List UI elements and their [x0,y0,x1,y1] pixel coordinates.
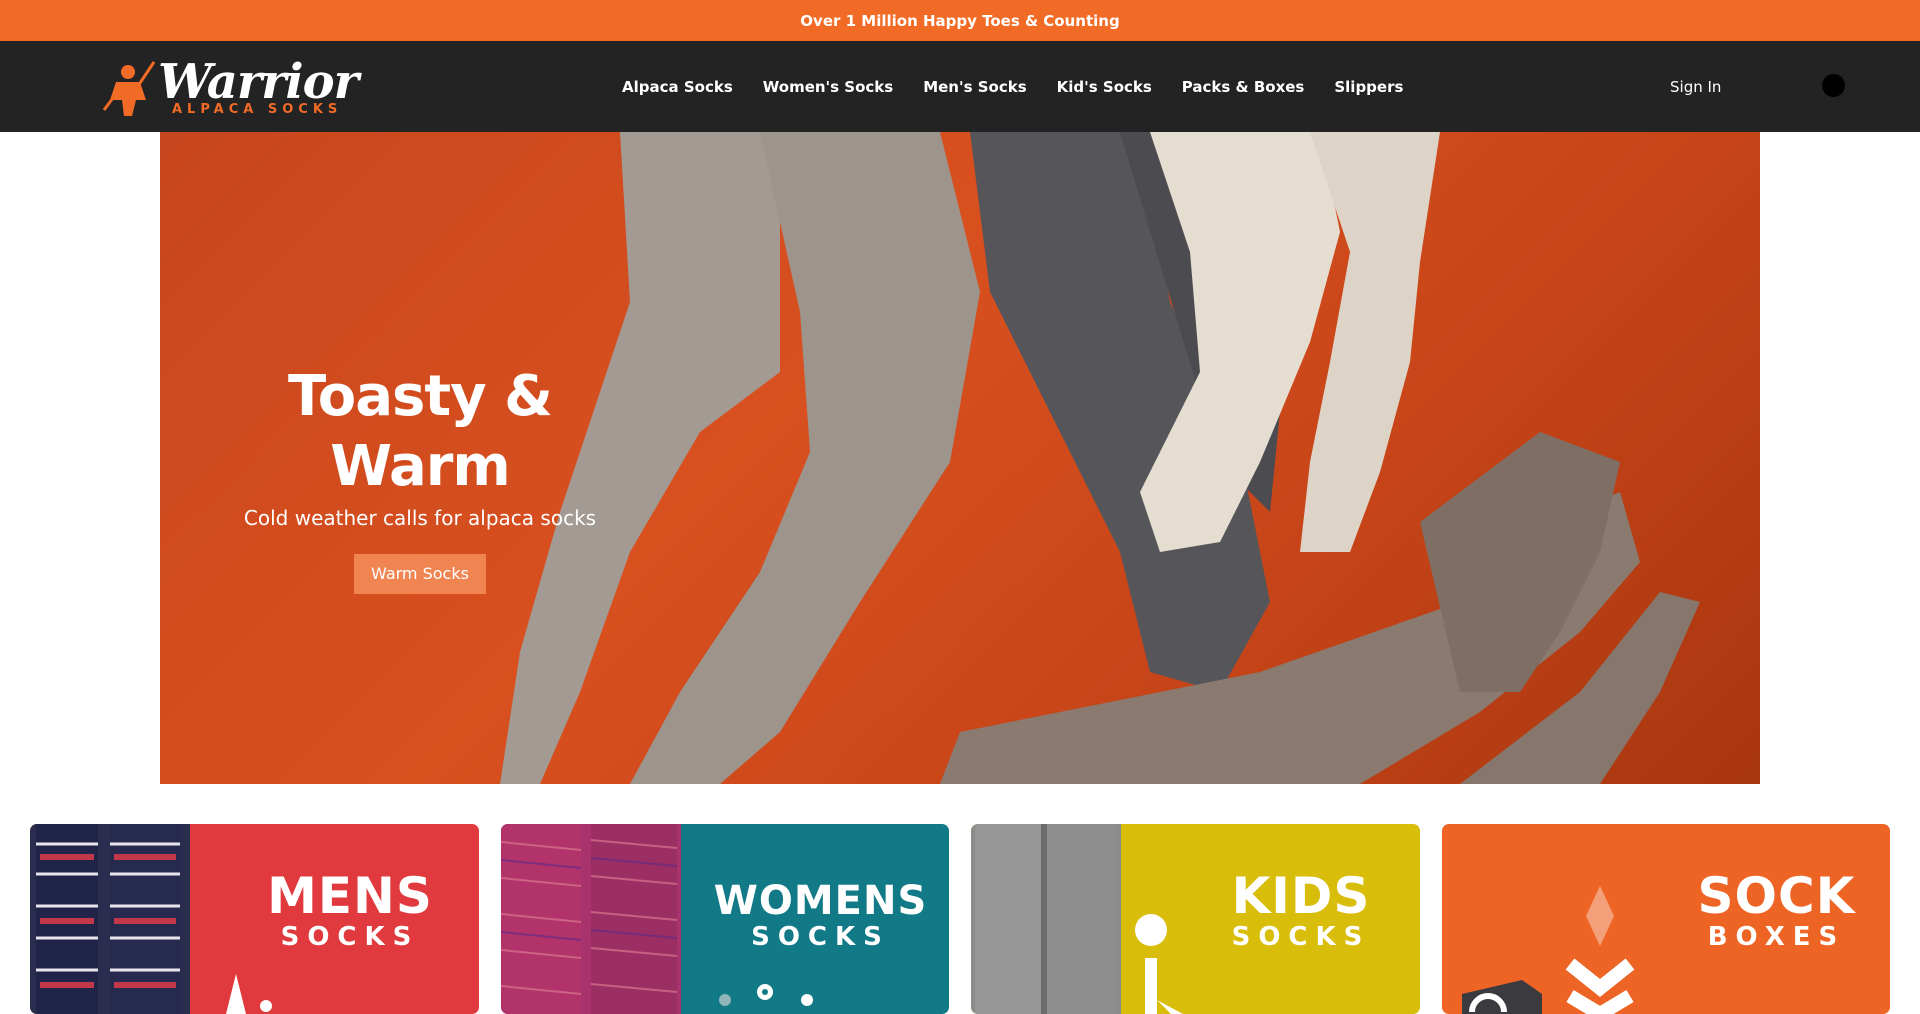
gray-socks-image [971,824,1121,1014]
nav-item-womens-socks[interactable]: Women's Socks [763,78,893,96]
figure-icon [718,984,813,1006]
category-title-sub: SOCKS [751,922,890,952]
announcement-bar: Over 1 Million Happy Toes & Counting [0,0,1920,41]
nav-item-kids-socks[interactable]: Kid's Socks [1057,78,1152,96]
site-header: Warrior ALPACA SOCKS Alpaca Socks Women'… [0,41,1920,132]
figure-icon [226,974,272,1014]
category-title-sub: SOCKS [1231,922,1371,952]
nav-item-slippers[interactable]: Slippers [1334,78,1403,96]
category-title-sub: SOCKS [280,922,420,952]
category-title-main: KIDS [1231,867,1371,925]
category-tile-mens[interactable]: MENS SOCKS [30,824,479,1014]
patterned-socks-image [30,824,190,1014]
category-tile-sock-boxes[interactable]: SOCK BOXES [1441,824,1890,1014]
box-icon [1461,886,1634,1014]
nav-item-packs-boxes[interactable]: Packs & Boxes [1182,78,1305,96]
sign-in-link[interactable]: Sign In [1670,41,1721,132]
category-title-main: WOMENS [713,878,928,924]
cart-icon[interactable] [1822,74,1845,97]
hero-content: Toasty & Warm Cold weather calls for alp… [220,362,620,594]
warm-socks-button[interactable]: Warm Socks [354,554,486,594]
heathered-socks-image [500,824,681,1014]
brand-tagline: ALPACA SOCKS [172,102,343,117]
category-tile-womens[interactable]: WOMENS SOCKS [500,824,949,1014]
category-title: KIDS SOCKS [1211,870,1391,952]
category-title-main: SOCK [1697,867,1856,925]
category-tile-kids[interactable]: KIDS SOCKS [971,824,1420,1014]
category-title: MENS SOCKS [260,870,440,952]
category-tiles: MENS SOCKS WOMENS SOCKS KIDS SOCKS SOCK … [30,824,1890,1014]
category-title: SOCK BOXES [1682,870,1872,952]
brand-logo[interactable]: Warrior ALPACA SOCKS [102,54,359,120]
nav-item-alpaca-socks[interactable]: Alpaca Socks [622,78,733,96]
figure-icon [1135,914,1183,1014]
category-title-sub: BOXES [1707,922,1846,952]
hero-subtitle: Cold weather calls for alpaca socks [243,506,597,530]
warrior-figure-icon [102,61,156,116]
category-title-main: MENS [267,867,433,925]
hero-banner: Toasty & Warm Cold weather calls for alp… [160,132,1760,784]
announcement-text: Over 1 Million Happy Toes & Counting [800,11,1120,30]
nav-item-mens-socks[interactable]: Men's Socks [923,78,1026,96]
hero-title: Toasty & Warm [288,364,553,499]
main-nav: Alpaca Socks Women's Socks Men's Socks K… [622,41,1403,132]
category-title: WOMENS SOCKS [711,880,931,952]
